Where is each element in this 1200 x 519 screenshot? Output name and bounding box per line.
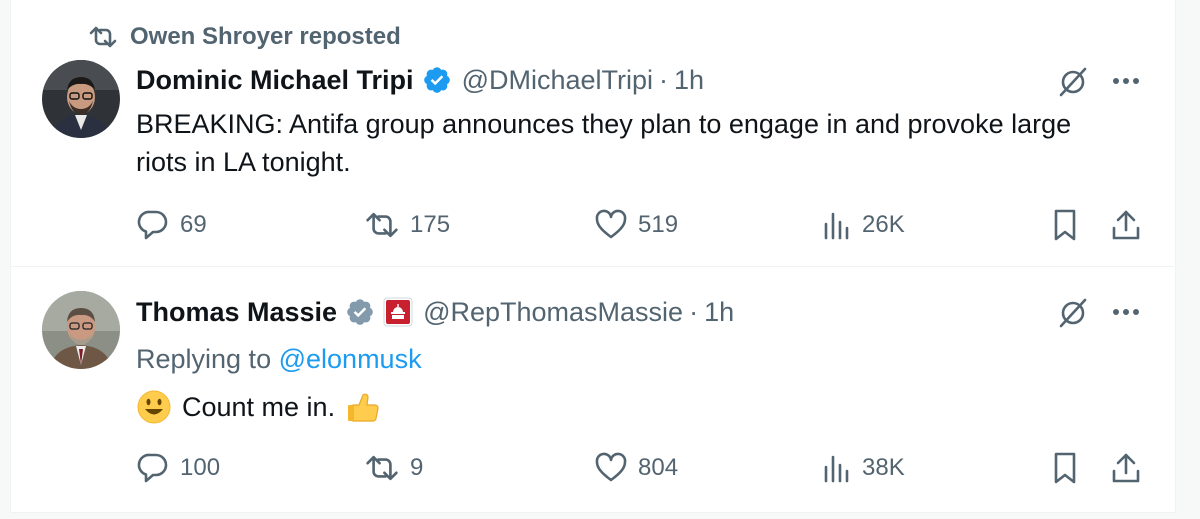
like-button[interactable]: 519 [594, 205, 678, 245]
reply-count: 69 [180, 211, 207, 238]
tweet-text: Count me in. [136, 388, 381, 426]
bookmark-icon[interactable] [1049, 207, 1081, 243]
us-capitol-icon[interactable] [383, 297, 413, 327]
reply-icon [136, 208, 170, 242]
repost-icon [364, 453, 400, 483]
smiley-face-emoji [136, 389, 172, 425]
views-button[interactable]: 26K [822, 205, 905, 245]
like-count: 804 [638, 454, 679, 481]
separator-dot: · [689, 296, 699, 327]
mention-link[interactable]: @elonmusk [279, 344, 422, 374]
repost-button[interactable]: 175 [364, 205, 450, 245]
bookmark-icon[interactable] [1049, 450, 1081, 486]
repost-indicator[interactable]: Owen Shroyer reposted [88, 22, 401, 52]
avatar[interactable] [42, 291, 120, 369]
tweet-divider [10, 266, 1174, 267]
thumbs-up-emoji [345, 389, 381, 425]
views-button[interactable]: 38K [822, 448, 905, 488]
share-icon[interactable] [1108, 207, 1144, 243]
replying-to: Replying to @elonmusk [136, 344, 422, 375]
reply-icon [136, 451, 170, 485]
grok-icon[interactable] [1053, 64, 1093, 100]
separator-dot: · [659, 64, 669, 95]
user-handle[interactable]: @DMichaelTripi [462, 65, 653, 96]
replying-prefix: Replying to [136, 344, 272, 374]
reply-button[interactable]: 100 [136, 448, 220, 488]
like-count: 519 [638, 211, 679, 238]
repost-icon [364, 210, 400, 240]
repost-count: 175 [410, 211, 451, 238]
like-button[interactable]: 804 [594, 448, 678, 488]
more-icon[interactable] [1108, 297, 1144, 327]
heart-icon [594, 209, 628, 241]
verified-badge-icon[interactable] [422, 65, 452, 95]
heart-icon [594, 452, 628, 484]
tweet-header: Dominic Michael Tripi @DMichaelTripi · 1… [136, 60, 704, 100]
analytics-icon [822, 453, 852, 483]
reply-count: 100 [180, 454, 221, 481]
more-icon[interactable] [1108, 66, 1144, 96]
repost-label: Owen Shroyer reposted [130, 23, 401, 50]
timestamp[interactable]: 1h [674, 65, 704, 96]
tweet-text-body: Count me in. [182, 392, 336, 422]
grok-icon[interactable] [1053, 295, 1093, 331]
tweet-header: Thomas Massie @RepThomasMassie · 1h [136, 292, 734, 332]
verified-badge-icon[interactable] [345, 297, 375, 327]
tweet-text: BREAKING: Antifa group announces they pl… [136, 109, 1072, 177]
analytics-icon [822, 210, 852, 240]
display-name[interactable]: Thomas Massie [136, 297, 337, 328]
view-count: 26K [862, 211, 905, 238]
view-count: 38K [862, 454, 905, 481]
display-name[interactable]: Dominic Michael Tripi [136, 65, 414, 96]
share-icon[interactable] [1108, 450, 1144, 486]
repost-button[interactable]: 9 [364, 448, 423, 488]
repost-count: 9 [410, 454, 424, 481]
avatar[interactable] [42, 60, 120, 138]
timestamp[interactable]: 1h [704, 297, 734, 328]
reply-button[interactable]: 69 [136, 205, 207, 245]
repost-icon [88, 25, 118, 49]
user-handle[interactable]: @RepThomasMassie [423, 297, 683, 328]
